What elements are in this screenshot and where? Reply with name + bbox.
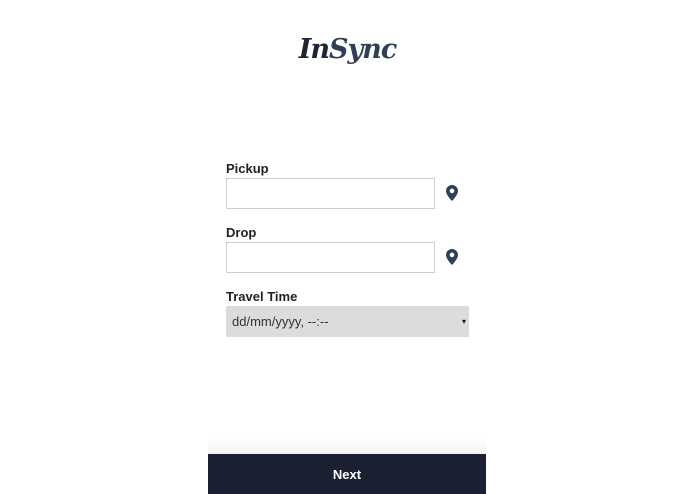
logo-text-sync: Sync [329, 34, 397, 65]
dropdown-caret-icon: ▾ [461, 317, 466, 326]
drop-row [226, 242, 469, 273]
travel-time-value: dd/mm/yyyy, --:-- [232, 314, 329, 329]
pickup-input[interactable] [226, 178, 435, 209]
drop-location-pin-icon[interactable] [446, 249, 458, 265]
pickup-label: Pickup [226, 161, 269, 176]
footer-shadow [208, 438, 486, 454]
pickup-group: Pickup [226, 160, 469, 209]
travel-time-group: Travel Time dd/mm/yyyy, --:-- ▾ [226, 288, 469, 337]
pickup-location-pin-icon[interactable] [446, 185, 458, 201]
next-button[interactable]: Next [208, 454, 486, 494]
travel-time-label: Travel Time [226, 289, 298, 304]
app-screen: InSync Pickup Drop Travel Time dd/mm/yyy… [0, 0, 695, 494]
pickup-row [226, 178, 469, 209]
drop-group: Drop [226, 224, 469, 273]
travel-time-picker[interactable]: dd/mm/yyyy, --:-- ▾ [226, 306, 469, 337]
drop-label: Drop [226, 225, 257, 240]
drop-input[interactable] [226, 242, 435, 273]
logo-text-in: In [298, 34, 330, 65]
app-logo: InSync [0, 32, 695, 68]
trip-form: Pickup Drop Travel Time dd/mm/yyyy, --:-… [226, 160, 469, 337]
